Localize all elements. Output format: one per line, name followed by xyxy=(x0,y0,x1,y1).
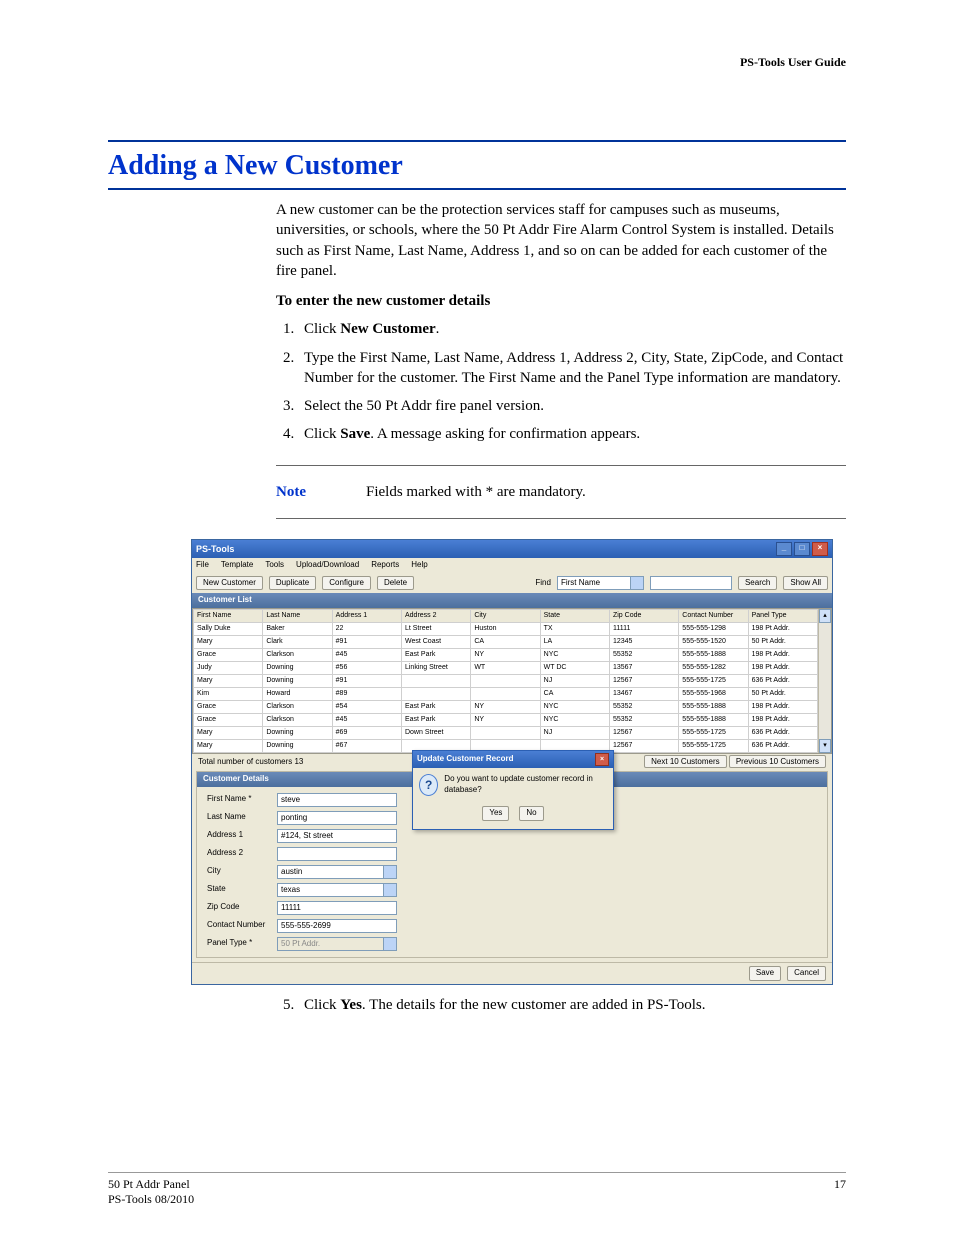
table-row[interactable]: MaryDowning#91NJ12567555-555-1725636 Pt … xyxy=(194,675,818,688)
show-all-button[interactable]: Show All xyxy=(783,576,828,591)
new-customer-button[interactable]: New Customer xyxy=(196,576,263,591)
step-3: Select the 50 Pt Addr fire panel version… xyxy=(298,396,846,416)
section-title: Adding a New Customer xyxy=(108,150,846,182)
app-window: PS-Tools _ □ × File Template Tools Uploa… xyxy=(191,539,833,985)
search-button[interactable]: Search xyxy=(738,576,777,591)
step-2: Type the First Name, Last Name, Address … xyxy=(298,348,846,389)
column-header[interactable]: Address 1 xyxy=(332,610,401,623)
subhead: To enter the new customer details xyxy=(276,291,846,311)
find-input[interactable] xyxy=(650,576,732,590)
page-number: 17 xyxy=(834,1177,846,1207)
configure-button[interactable]: Configure xyxy=(322,576,371,591)
first-name-label: First Name * xyxy=(207,794,277,805)
column-header[interactable]: Contact Number xyxy=(679,610,748,623)
maximize-icon[interactable]: □ xyxy=(794,542,810,556)
column-header[interactable]: City xyxy=(471,610,540,623)
last-name-label: Last Name xyxy=(207,812,277,823)
table-row[interactable]: KimHoward#89CA13467555-555-196850 Pt Add… xyxy=(194,688,818,701)
note-label: Note xyxy=(276,482,336,502)
menu-reports[interactable]: Reports xyxy=(371,560,399,571)
zip-field[interactable]: 11111 xyxy=(277,901,397,915)
find-field-select[interactable]: First Name xyxy=(557,576,644,590)
total-customers: Total number of customers 13 xyxy=(198,757,303,768)
customer-list-head: Customer List xyxy=(192,593,832,608)
save-button[interactable]: Save xyxy=(749,966,781,981)
table-row[interactable]: GraceClarkson#45East ParkNYNYC55352555-5… xyxy=(194,649,818,662)
duplicate-button[interactable]: Duplicate xyxy=(269,576,316,591)
no-button[interactable]: No xyxy=(519,806,543,821)
contact-field[interactable]: 555-555-2699 xyxy=(277,919,397,933)
state-field[interactable]: texas xyxy=(277,883,397,897)
update-record-dialog: Update Customer Record × ? Do you want t… xyxy=(412,750,614,830)
intro-para: A new customer can be the protection ser… xyxy=(276,200,846,281)
table-row[interactable]: Sally DukeBaker22Lt StreetHustonTX111115… xyxy=(194,623,818,636)
note-text: Fields marked with * are mandatory. xyxy=(366,482,586,502)
scrollbar[interactable]: ▴ ▾ xyxy=(818,609,831,753)
step-4: Click Save. A message asking for confirm… xyxy=(298,424,846,444)
find-label: Find xyxy=(535,578,551,589)
table-row[interactable]: GraceClarkson#45East ParkNYNYC55352555-5… xyxy=(194,714,818,727)
menu-tools[interactable]: Tools xyxy=(265,560,284,571)
address1-label: Address 1 xyxy=(207,830,277,841)
prev-customers-button[interactable]: Previous 10 Customers xyxy=(729,755,826,768)
scroll-down-icon[interactable]: ▾ xyxy=(819,739,831,753)
table-row[interactable]: GraceClarkson#54East ParkNYNYC55352555-5… xyxy=(194,701,818,714)
yes-button[interactable]: Yes xyxy=(482,806,509,821)
address2-label: Address 2 xyxy=(207,848,277,859)
rule-top xyxy=(108,140,846,142)
column-header[interactable]: Panel Type xyxy=(748,610,817,623)
column-header[interactable]: Zip Code xyxy=(609,610,678,623)
last-name-field[interactable]: ponting xyxy=(277,811,397,825)
close-icon[interactable]: × xyxy=(812,542,828,556)
question-icon: ? xyxy=(419,774,438,796)
page-footer: 50 Pt Addr Panel PS-Tools 08/2010 17 xyxy=(108,1172,846,1207)
step-1: Click New Customer. xyxy=(298,319,846,339)
address2-field[interactable] xyxy=(277,847,397,861)
address1-field[interactable]: #124, St street xyxy=(277,829,397,843)
dialog-title: Update Customer Record xyxy=(417,754,513,765)
footer-line1: 50 Pt Addr Panel xyxy=(108,1177,194,1192)
rule-bottom xyxy=(108,188,846,190)
customer-grid: First NameLast NameAddress 1Address 2Cit… xyxy=(192,608,832,754)
toolbar: New Customer Duplicate Configure Delete … xyxy=(192,573,832,594)
dialog-close-icon[interactable]: × xyxy=(595,753,609,766)
table-row[interactable]: MaryDowning#69Down StreetNJ12567555-555-… xyxy=(194,727,818,740)
first-name-field[interactable]: steve xyxy=(277,793,397,807)
column-header[interactable]: Address 2 xyxy=(401,610,470,623)
note-box: Note Fields marked with * are mandatory. xyxy=(276,465,846,519)
menu-upload[interactable]: Upload/Download xyxy=(296,560,359,571)
titlebar: PS-Tools _ □ × xyxy=(192,540,832,558)
dialog-text: Do you want to update customer record in… xyxy=(444,774,607,796)
column-header[interactable]: First Name xyxy=(194,610,263,623)
scroll-up-icon[interactable]: ▴ xyxy=(819,609,831,623)
page-header: PS-Tools User Guide xyxy=(108,55,846,70)
menu-template[interactable]: Template xyxy=(221,560,253,571)
app-title: PS-Tools xyxy=(196,543,234,555)
customer-table: First NameLast NameAddress 1Address 2Cit… xyxy=(193,609,818,753)
next-customers-button[interactable]: Next 10 Customers xyxy=(644,755,726,768)
column-header[interactable]: Last Name xyxy=(263,610,332,623)
footer-line2: PS-Tools 08/2010 xyxy=(108,1192,194,1207)
state-label: State xyxy=(207,884,277,895)
menu-file[interactable]: File xyxy=(196,560,209,571)
column-header[interactable]: State xyxy=(540,610,609,623)
minimize-icon[interactable]: _ xyxy=(776,542,792,556)
cancel-button[interactable]: Cancel xyxy=(787,966,826,981)
menu-help[interactable]: Help xyxy=(411,560,427,571)
panel-type-label: Panel Type * xyxy=(207,938,277,949)
city-label: City xyxy=(207,866,277,877)
zip-label: Zip Code xyxy=(207,902,277,913)
contact-label: Contact Number xyxy=(207,920,277,931)
step-5: Click Yes. The details for the new custo… xyxy=(298,995,846,1015)
city-field[interactable]: austin xyxy=(277,865,397,879)
table-row[interactable]: JudyDowning#56Linking StreetWTWT DC13567… xyxy=(194,662,818,675)
delete-button[interactable]: Delete xyxy=(377,576,414,591)
table-row[interactable]: MaryClark#91West CoastCALA12345555-555-1… xyxy=(194,636,818,649)
menubar: File Template Tools Upload/Download Repo… xyxy=(192,558,832,573)
panel-type-field[interactable]: 50 Pt Addr. xyxy=(277,937,397,951)
